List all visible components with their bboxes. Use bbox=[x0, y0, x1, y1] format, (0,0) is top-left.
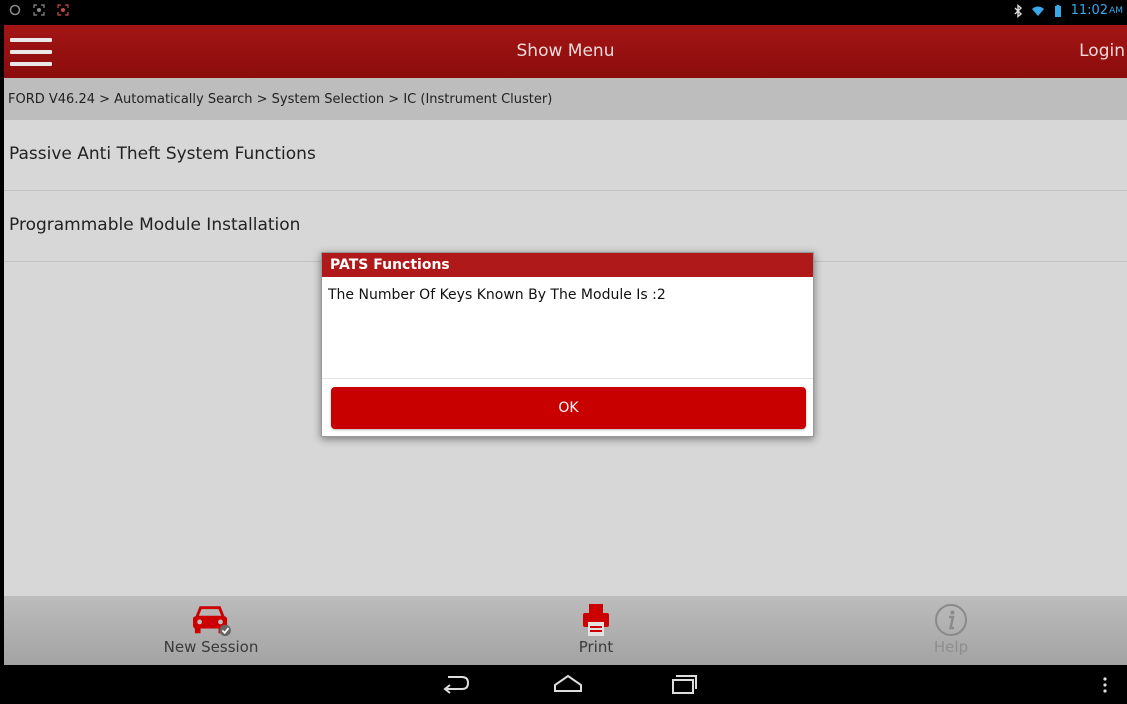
page-title[interactable]: Show Menu bbox=[4, 41, 1127, 61]
new-session-label: New Session bbox=[163, 638, 259, 656]
status-bar: 11:02 AM bbox=[0, 0, 1127, 25]
info-icon bbox=[935, 604, 967, 636]
battery-icon bbox=[1054, 4, 1061, 17]
dialog-title: PATS Functions bbox=[322, 253, 813, 277]
recording-icon bbox=[57, 4, 69, 16]
help-label: Help bbox=[933, 638, 969, 656]
recent-apps-icon[interactable] bbox=[667, 673, 701, 695]
top-bar: Show Menu Login bbox=[4, 25, 1127, 78]
notification-circle-icon bbox=[9, 4, 21, 16]
car-icon bbox=[193, 606, 231, 637]
print-button[interactable]: Print bbox=[506, 602, 686, 662]
ok-button[interactable]: OK bbox=[331, 387, 806, 429]
back-icon[interactable] bbox=[438, 673, 472, 695]
print-label: Print bbox=[578, 638, 614, 656]
pats-functions-dialog: PATS Functions The Number Of Keys Known … bbox=[321, 252, 814, 437]
screenshot-icon bbox=[33, 4, 45, 16]
overflow-menu-icon[interactable] bbox=[1100, 676, 1110, 694]
home-icon[interactable] bbox=[551, 673, 585, 695]
bottom-toolbar: New Session Print Help bbox=[4, 596, 1127, 665]
menu-item-pats-functions[interactable]: Passive Anti Theft System Functions bbox=[4, 120, 1127, 191]
printer-icon bbox=[583, 604, 609, 636]
wifi-icon bbox=[1031, 6, 1044, 16]
help-button[interactable]: Help bbox=[861, 602, 1041, 662]
clock-time: 11:02 bbox=[1070, 3, 1109, 18]
system-nav-bar bbox=[0, 665, 1127, 704]
login-button[interactable]: Login bbox=[1079, 41, 1125, 61]
bluetooth-icon bbox=[1014, 3, 1022, 18]
breadcrumb: FORD V46.24 > Automatically Search > Sys… bbox=[4, 78, 1127, 120]
dialog-message: The Number Of Keys Known By The Module I… bbox=[322, 277, 813, 379]
clock-ampm: AM bbox=[1109, 5, 1123, 16]
new-session-button[interactable]: New Session bbox=[121, 602, 301, 662]
